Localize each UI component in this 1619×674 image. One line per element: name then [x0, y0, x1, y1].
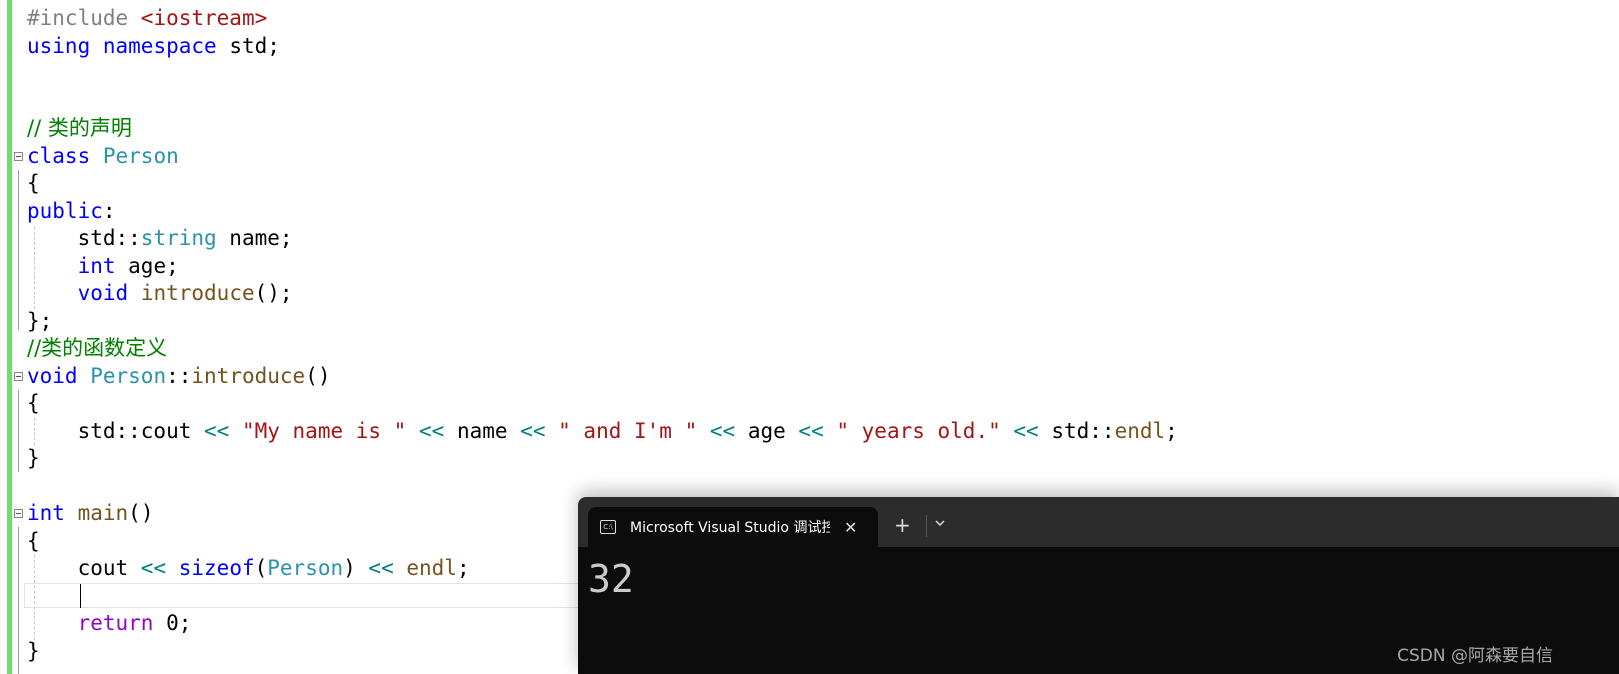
- fold-guide: [18, 527, 19, 674]
- fold-guide: [18, 170, 19, 330]
- operator: <<: [798, 418, 824, 443]
- code-text: (): [305, 363, 331, 388]
- identifier: age: [747, 418, 786, 443]
- keyword: class: [27, 143, 91, 168]
- code-text: {: [27, 528, 40, 553]
- code-line-18[interactable]: [27, 473, 1178, 501]
- code-line-7[interactable]: {: [27, 170, 1178, 198]
- type-name: Person: [102, 143, 179, 168]
- keyword: void: [27, 363, 78, 388]
- debug-console-window[interactable]: C:\ Microsoft Visual Studio 调试控制台 ✕ + 32…: [578, 497, 1619, 674]
- code-text: };: [27, 308, 53, 333]
- code-text: }: [27, 638, 40, 663]
- code-line-11[interactable]: void introduce();: [27, 280, 1178, 308]
- code-text: {: [27, 171, 40, 195]
- operator: <<: [520, 418, 546, 443]
- code-text: std::: [27, 226, 141, 250]
- code-text: 0;: [153, 611, 192, 635]
- code-text: std::cout: [27, 418, 205, 443]
- new-tab-button[interactable]: +: [894, 514, 911, 536]
- include-file: <iostream>: [140, 6, 268, 30]
- chevron-down-icon[interactable]: [934, 517, 946, 529]
- code-text: age;: [115, 253, 179, 278]
- comment: // 类的声明: [27, 116, 132, 140]
- operator: <<: [140, 556, 167, 580]
- tab-separator: [926, 515, 927, 537]
- keyword: return: [77, 611, 154, 635]
- keyword: sizeof: [178, 556, 255, 580]
- preprocessor: #include: [27, 6, 141, 30]
- code-line-14[interactable]: void Person::introduce(): [14, 363, 1178, 391]
- type-name: Person: [267, 556, 344, 580]
- string-literal: "My name is ": [241, 418, 407, 443]
- code-text: ();: [254, 281, 293, 305]
- collapse-icon[interactable]: [14, 509, 23, 518]
- type-name: string: [140, 226, 217, 250]
- code-line-9[interactable]: std::string name;: [27, 225, 1178, 253]
- function-name: endl: [406, 556, 457, 580]
- close-tab-button[interactable]: ✕: [844, 518, 857, 537]
- code-line-15[interactable]: {: [27, 390, 1178, 418]
- function-name: introduce: [140, 281, 255, 305]
- code-text: ;: [1165, 418, 1178, 443]
- function-name: introduce: [191, 363, 306, 388]
- code-line-3[interactable]: [27, 60, 1178, 88]
- string-literal: " and I'm ": [558, 418, 698, 443]
- code-text: :: [102, 198, 116, 223]
- console-tab[interactable]: C:\ Microsoft Visual Studio 调试控制台 ✕: [588, 507, 878, 547]
- code-line-12[interactable]: };: [27, 308, 1178, 336]
- code-line-17[interactable]: }: [27, 445, 1178, 473]
- code-text: }: [27, 446, 40, 470]
- console-icon: C:\: [600, 520, 616, 534]
- console-output: 32: [588, 557, 634, 601]
- function-name: main: [77, 501, 129, 525]
- identifier: std::: [1051, 418, 1115, 443]
- keyword: void: [77, 281, 129, 305]
- code-text: cout: [27, 556, 141, 580]
- code-line-13[interactable]: //类的函数定义: [27, 335, 1178, 363]
- code-line-1[interactable]: #include <iostream>: [27, 5, 1178, 33]
- code-text: std;: [216, 33, 280, 58]
- watermark: CSDN @阿森要自信: [1397, 646, 1553, 666]
- code-text: ;: [456, 556, 470, 580]
- keyword: using: [27, 33, 91, 58]
- code-line-6[interactable]: class Person: [14, 143, 1178, 171]
- code-line-10[interactable]: int age;: [27, 253, 1178, 281]
- type-name: Person: [90, 363, 167, 388]
- operator: <<: [368, 556, 394, 580]
- tab-title: Microsoft Visual Studio 调试控制台: [630, 520, 830, 536]
- collapse-icon[interactable]: [14, 151, 23, 161]
- collapse-icon[interactable]: [14, 371, 23, 381]
- operator: <<: [1013, 418, 1039, 443]
- change-tracking-bar: [7, 0, 12, 674]
- keyword: int: [27, 501, 65, 525]
- function-name: endl: [1114, 418, 1166, 443]
- code-text: name;: [216, 226, 293, 250]
- code-line-8[interactable]: public:: [27, 198, 1178, 226]
- operator: <<: [709, 418, 736, 443]
- keyword: namespace: [102, 33, 217, 58]
- code-text: (): [128, 501, 154, 525]
- keyword: int: [77, 253, 116, 278]
- code-line-2[interactable]: using namespace std;: [27, 33, 1178, 61]
- operator: <<: [419, 418, 445, 443]
- code-text: {: [27, 391, 40, 415]
- code-line-16[interactable]: std::cout << "My name is " << name << " …: [27, 418, 1178, 446]
- keyword: public: [27, 198, 103, 223]
- string-literal: " years old.": [836, 418, 1001, 443]
- comment: //类的函数定义: [27, 336, 168, 360]
- operator: <<: [204, 418, 230, 443]
- code-line-5[interactable]: // 类的声明: [27, 115, 1178, 143]
- code-line-4[interactable]: [27, 88, 1178, 116]
- scope-operator: ::: [166, 363, 192, 388]
- identifier: name: [456, 418, 508, 443]
- fold-guide: [18, 390, 19, 472]
